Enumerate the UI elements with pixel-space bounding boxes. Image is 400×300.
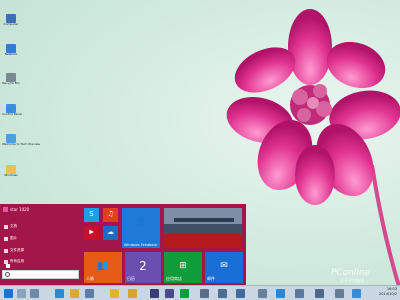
app-icon-1[interactable] (85, 289, 94, 298)
store-taskbar-icon[interactable] (180, 289, 189, 298)
tile-calendar[interactable]: 2 日历 (125, 252, 161, 283)
start-item-pictures[interactable]: 图片 (4, 236, 17, 241)
tile-windows-feedback[interactable]: 👤 Windows Feedback (122, 208, 160, 248)
desktop-background: Computer Network Recycle Bin Control Pan… (0, 0, 400, 300)
app-icon-2[interactable] (110, 289, 119, 298)
start-user-account[interactable]: star 1020 (3, 207, 29, 212)
power-icon[interactable] (6, 264, 10, 268)
app-icon-4[interactable] (150, 289, 159, 298)
task-view-icon[interactable] (30, 289, 39, 298)
ie-icon[interactable] (55, 289, 64, 298)
app-icon-8[interactable] (236, 289, 245, 298)
tile-mail[interactable]: ✉ 邮件 (205, 252, 243, 283)
system-clock[interactable]: 16:03 2014/10/2 (379, 287, 397, 297)
explorer-icon (4, 248, 8, 253)
search-icon (5, 272, 10, 277)
app-icon-11[interactable] (295, 289, 304, 298)
user-avatar (3, 207, 8, 212)
tile-video[interactable]: ▶ (84, 226, 99, 240)
app-icon-10[interactable] (276, 289, 285, 298)
start-button[interactable] (4, 289, 13, 298)
desktop-icon-computer[interactable]: Computer (2, 14, 20, 27)
app-icon-3[interactable] (128, 289, 137, 298)
explorer-taskbar-icon[interactable] (70, 289, 79, 298)
tile-news[interactable] (164, 208, 242, 248)
people-icon: 👥 (97, 260, 109, 271)
feedback-icon: 👤 (134, 216, 148, 228)
app-icon-5[interactable] (165, 289, 174, 298)
skype-icon: S (89, 210, 94, 219)
desktop-icon-welcome[interactable]: Welcome to Tech Preview (2, 134, 40, 147)
start-search-input[interactable] (2, 270, 79, 279)
search-taskbar-icon[interactable] (17, 289, 26, 298)
news-icon (164, 208, 242, 234)
cloud-icon: ☁ (107, 228, 114, 237)
watermark-sub: 太平洋电脑网 (340, 278, 364, 283)
tile-skype[interactable]: S (84, 208, 99, 222)
tile-onedrive[interactable]: ☁ (103, 226, 118, 240)
video-icon: ▶ (89, 228, 94, 236)
app-icon-14[interactable] (352, 289, 361, 298)
mail-icon: ✉ (220, 260, 228, 271)
tile-people[interactable]: 👥 人脉 (84, 252, 122, 283)
desktop-icon-control-panel[interactable]: Control Panel (2, 104, 22, 117)
start-item-documents[interactable]: 文档 (4, 224, 17, 229)
desktop-icon-folder[interactable]: Windows (2, 165, 20, 178)
tile-music[interactable]: ♫ (103, 208, 118, 222)
watermark-brand: PConline (331, 268, 371, 278)
pictures-icon (4, 236, 8, 241)
start-menu: star 1020 文档 图片 文件资源 所有应用 S ♫ ▶ ☁ 👤 Wind… (0, 204, 246, 285)
app-icon-12[interactable] (315, 289, 324, 298)
store-icon: ⊞ (179, 260, 187, 271)
app-icon-7[interactable] (218, 289, 227, 298)
start-item-explorer[interactable]: 文件资源 (4, 248, 24, 253)
desktop-icon-recycle-bin[interactable]: Recycle Bin (2, 73, 20, 86)
tile-store[interactable]: ⊞ 应用商店 (164, 252, 202, 283)
app-icon-13[interactable] (335, 289, 344, 298)
document-icon (4, 224, 8, 229)
desktop-icon-network[interactable]: Network (2, 44, 20, 57)
taskbar: 16:03 2014/10/2 (0, 285, 400, 300)
app-icon-9[interactable] (258, 289, 267, 298)
app-icon-6[interactable] (200, 289, 209, 298)
headphones-icon: ♫ (107, 210, 114, 219)
all-apps-icon (4, 259, 8, 264)
